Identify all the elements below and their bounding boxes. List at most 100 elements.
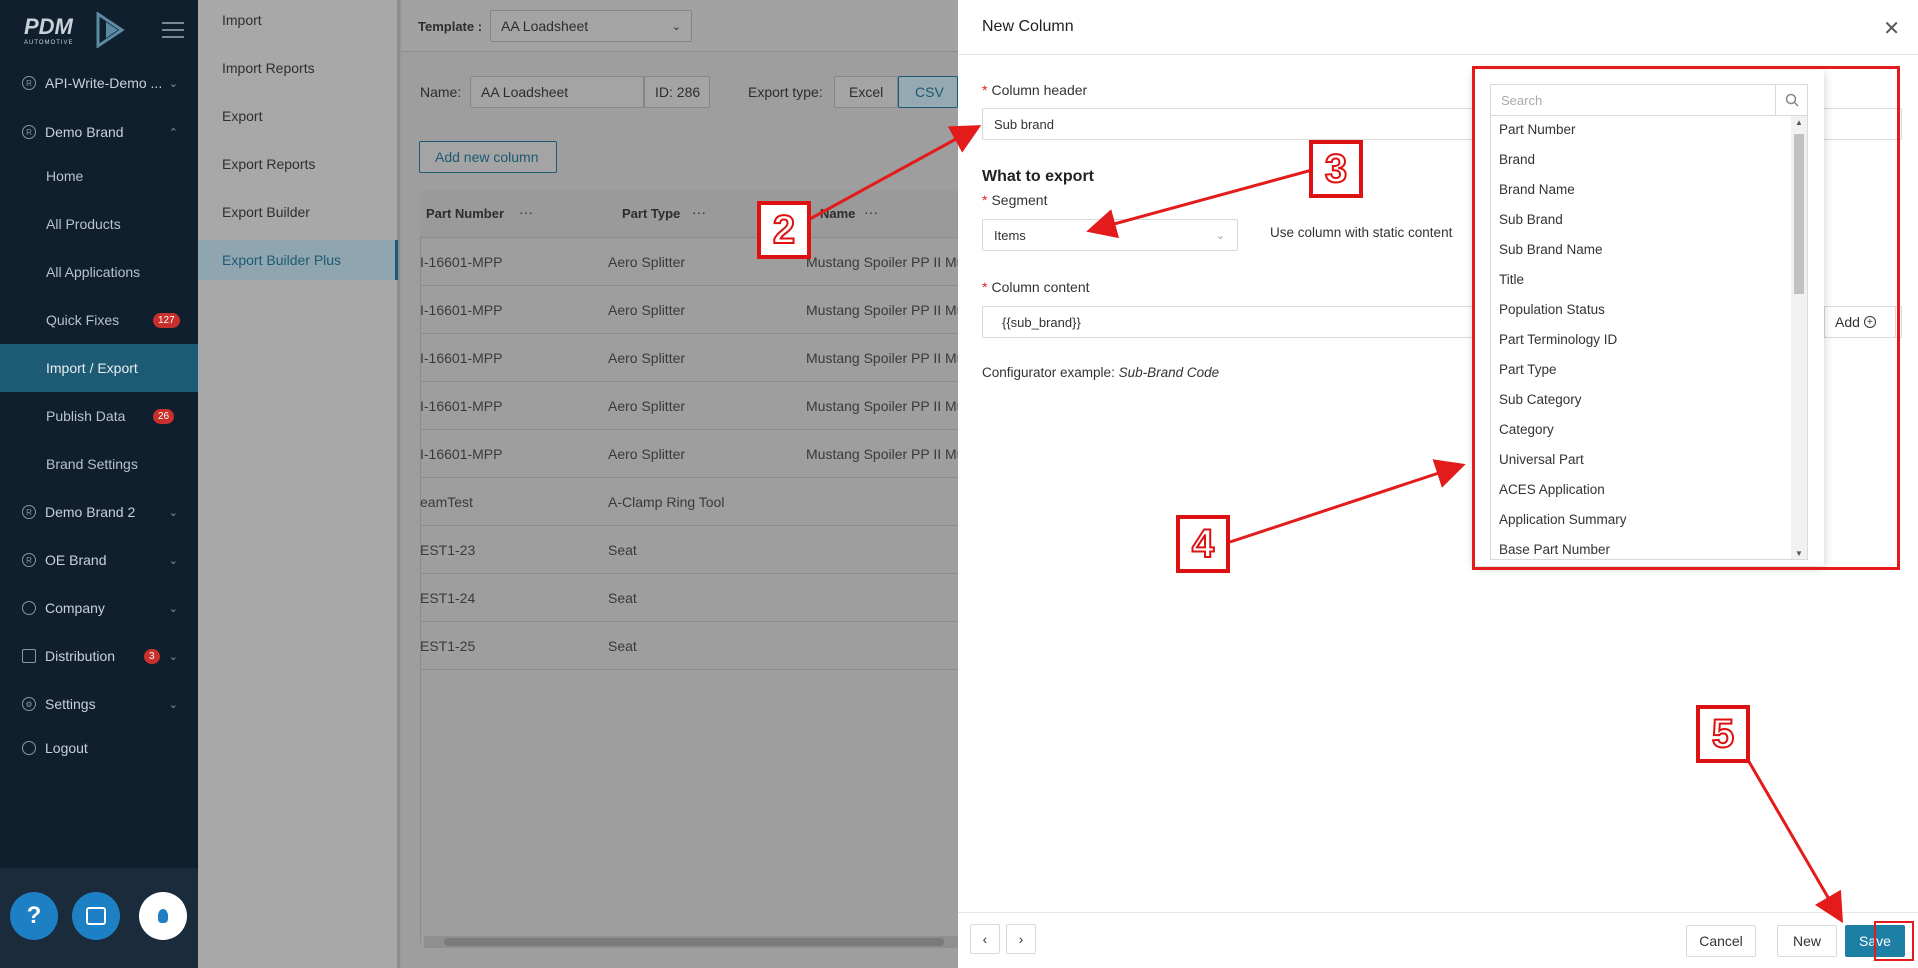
- nav-all-applications[interactable]: All Applications: [0, 248, 198, 296]
- nav-publish-data[interactable]: Publish Data 26: [0, 392, 198, 440]
- cancel-label: Cancel: [1699, 933, 1743, 949]
- name-value: AA Loadsheet: [481, 84, 569, 100]
- pdm-logo[interactable]: PDM AUTOMOTIVE: [22, 11, 142, 49]
- help-bar: ?: [0, 868, 198, 968]
- nav-label: All Products: [46, 216, 121, 232]
- input-value: {{sub_brand}}: [1002, 314, 1081, 330]
- step-number: 4: [1191, 521, 1215, 567]
- column-menu-icon[interactable]: ···: [864, 204, 878, 220]
- submenu-label: Export Reports: [222, 156, 316, 172]
- column-content-label: * Column content: [982, 279, 1090, 295]
- cell: I-16601-MPP: [420, 350, 503, 366]
- nav-company[interactable]: Company ⌄: [0, 584, 198, 632]
- column-menu-icon[interactable]: ···: [519, 204, 533, 220]
- configurator-value: Sub-Brand Code: [1118, 365, 1220, 380]
- horizontal-scrollbar[interactable]: [424, 936, 958, 948]
- scrollbar-thumb[interactable]: [444, 938, 944, 946]
- submenu-import[interactable]: Import: [198, 0, 398, 40]
- submenu-export-reports[interactable]: Export Reports: [198, 144, 398, 184]
- table-row[interactable]: EST1-25 Seat: [420, 622, 960, 670]
- col-header-part-type[interactable]: Part Type: [608, 206, 680, 221]
- nav-demo-brand-2[interactable]: R Demo Brand 2 ⌄: [0, 488, 198, 536]
- cell: Seat: [608, 542, 637, 558]
- cell: Aero Splitter: [608, 446, 686, 462]
- table-row[interactable]: I-16601-MPP Aero Splitter Mustang Spoiler …: [420, 286, 964, 334]
- nav-import-export[interactable]: Import / Export: [0, 344, 198, 392]
- nav-oe-brand[interactable]: R OE Brand ⌄: [0, 536, 198, 584]
- registered-icon: R: [22, 125, 36, 139]
- count-badge: 3: [144, 648, 160, 664]
- column-menu-icon[interactable]: ···: [692, 204, 706, 220]
- table-row[interactable]: I-16601-MPP Aero Splitter Mustang Spoiler …: [420, 238, 964, 286]
- submenu-label: Import: [222, 12, 262, 28]
- excel-label: Excel: [849, 84, 884, 100]
- annotation-step-3: 3: [1309, 140, 1363, 198]
- table-row[interactable]: eamTest A-Clamp Ring Tool: [420, 478, 960, 526]
- cell: eamTest: [420, 494, 473, 510]
- close-icon[interactable]: ✕: [1883, 16, 1900, 41]
- table-row[interactable]: I-16601-MPP Aero Splitter Mustang Spoiler …: [420, 382, 964, 430]
- label-text: Column content: [991, 279, 1090, 295]
- chevron-right-icon: ›: [1018, 931, 1024, 947]
- nav-all-products[interactable]: All Products: [0, 200, 198, 248]
- export-csv-button[interactable]: CSV: [898, 76, 958, 108]
- col-header-name[interactable]: Name: [820, 206, 855, 221]
- count-badge: 127: [153, 312, 180, 328]
- logout-icon: [22, 741, 36, 755]
- name-input[interactable]: AA Loadsheet: [470, 76, 644, 108]
- submenu-export-builder[interactable]: Export Builder: [198, 192, 398, 232]
- template-select[interactable]: AA Loadsheet ⌄: [490, 10, 692, 42]
- prev-button[interactable]: ‹: [970, 924, 1000, 954]
- export-excel-button[interactable]: Excel: [834, 76, 898, 108]
- chat-button[interactable]: [72, 892, 120, 940]
- new-button[interactable]: New: [1777, 925, 1837, 957]
- help-icon: ?: [26, 902, 42, 929]
- registered-icon: R: [22, 553, 36, 567]
- table-row[interactable]: I-16601-MPP Aero Splitter Mustang Spoiler …: [420, 430, 964, 478]
- nav-home[interactable]: Home: [0, 152, 198, 200]
- svg-text:AUTOMOTIVE: AUTOMOTIVE: [24, 40, 74, 46]
- nav-distribution[interactable]: Distribution 3 ⌄: [0, 632, 198, 680]
- nav-label: All Applications: [46, 264, 141, 280]
- select-value: Items: [994, 227, 1026, 243]
- nav-logout[interactable]: Logout: [0, 724, 198, 772]
- svg-text:PDM: PDM: [24, 14, 74, 39]
- divider: [958, 912, 1918, 913]
- segment-select[interactable]: Items ⌄: [982, 219, 1238, 251]
- cancel-button[interactable]: Cancel: [1686, 925, 1756, 957]
- menu-toggle-icon[interactable]: [162, 22, 184, 40]
- col-header-part-number[interactable]: Part Number: [426, 206, 504, 221]
- ideas-button[interactable]: [139, 892, 187, 940]
- name-label: Name:: [420, 84, 462, 100]
- help-button[interactable]: ?: [10, 892, 58, 940]
- table-row[interactable]: I-16601-MPP Aero Splitter Mustang Spoiler …: [420, 334, 964, 382]
- import-export-menu: Import Import Reports Export Export Repo…: [198, 0, 400, 968]
- nav-quick-fixes[interactable]: Quick Fixes 127: [0, 296, 198, 344]
- nav-api-write-demo[interactable]: R API-Write-Demo ... ⌄: [0, 59, 198, 107]
- add-new-column-button[interactable]: Add new column: [419, 141, 557, 173]
- table-row[interactable]: EST1-24 Seat: [420, 574, 960, 622]
- divider: [958, 54, 1918, 55]
- chevron-down-icon: ⌄: [1215, 229, 1225, 242]
- id-field: ID: 286: [644, 76, 710, 108]
- nav-brand-settings[interactable]: Brand Settings: [0, 440, 198, 488]
- nav-demo-brand[interactable]: R Demo Brand ⌃: [0, 108, 198, 156]
- submenu-export[interactable]: Export: [198, 96, 398, 136]
- label-text: Column header: [991, 82, 1088, 98]
- next-button[interactable]: ›: [1006, 924, 1036, 954]
- table-row[interactable]: EST1-23 Seat: [420, 526, 960, 574]
- cell: Mustang Spoiler PP II Mu: [806, 446, 965, 462]
- nav-label: Import / Export: [46, 360, 138, 376]
- cell: I-16601-MPP: [420, 398, 503, 414]
- annotation-step-2: 2: [757, 201, 811, 259]
- static-content-label: Use column with static content: [1270, 225, 1453, 240]
- nav-label: Publish Data: [46, 408, 126, 424]
- submenu-import-reports[interactable]: Import Reports: [198, 48, 398, 88]
- chevron-down-icon: ⌄: [168, 698, 178, 711]
- cell: Aero Splitter: [608, 350, 686, 366]
- submenu-export-builder-plus[interactable]: Export Builder Plus: [198, 240, 398, 280]
- cell: Mustang Spoiler PP II Mu: [806, 302, 965, 318]
- nav-settings[interactable]: ⚙ Settings ⌄: [0, 680, 198, 728]
- chevron-down-icon: ⌄: [671, 20, 681, 33]
- nav-label: Quick Fixes: [46, 312, 120, 328]
